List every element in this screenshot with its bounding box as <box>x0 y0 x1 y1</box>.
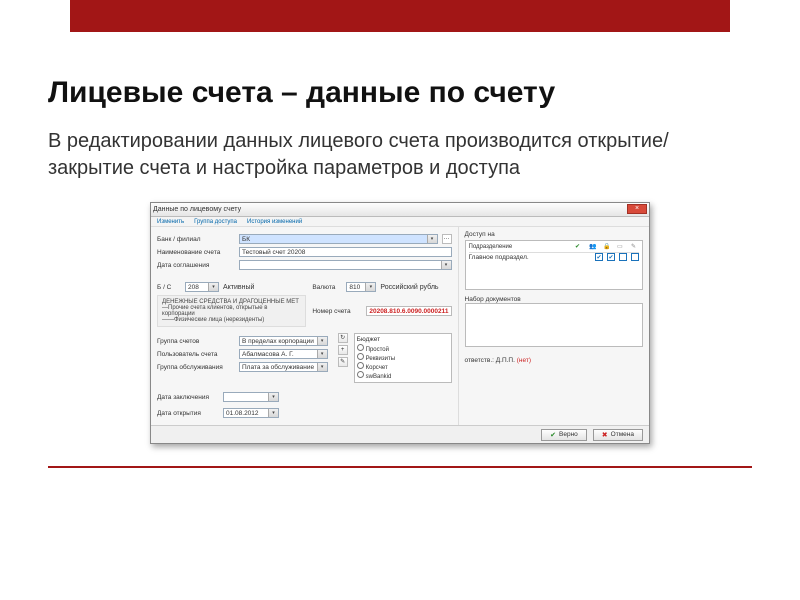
radio-icon[interactable] <box>357 344 364 351</box>
agreement-label: Дата соглашения <box>157 262 235 269</box>
checkbox[interactable] <box>631 253 639 261</box>
users-column-icon: 👥 <box>589 243 597 251</box>
docset-panel[interactable] <box>465 303 643 347</box>
lock-column-icon: 🔒 <box>603 243 611 251</box>
name-input[interactable]: Тестовый счет 20208 <box>239 247 452 257</box>
account-type-block: ДЕНЕЖНЫЕ СРЕДСТВА И ДРАГОЦЕННЫЕ МЕТ —Про… <box>157 295 306 327</box>
right-pane: Доступ на Подразделение ✔ 👥 🔒 ▭ ✎ Главно… <box>458 227 649 425</box>
menu-item[interactable]: Изменить <box>157 219 184 225</box>
chevron-down-icon[interactable]: ▾ <box>268 393 278 401</box>
chevron-down-icon[interactable]: ▾ <box>208 283 218 291</box>
ok-button[interactable]: ✔Верно <box>541 429 587 441</box>
responsible-label: ответств.: Д.П.П. <box>465 357 515 364</box>
radio-icon[interactable] <box>357 362 364 369</box>
checkbox[interactable] <box>619 253 627 261</box>
bs-input[interactable]: 208▾ <box>185 282 219 292</box>
close-icon[interactable]: × <box>627 204 647 214</box>
service-input[interactable]: Плата за обслуживание▾ <box>239 362 328 372</box>
chevron-down-icon[interactable]: ▾ <box>268 409 278 417</box>
agreement-input[interactable]: ▾ <box>239 260 452 270</box>
bottom-red-line <box>48 466 752 468</box>
access-tree[interactable]: Подразделение ✔ 👥 🔒 ▭ ✎ Главное подразде… <box>465 240 643 290</box>
name-label: Наименование счета <box>157 249 235 256</box>
contract-date-label: Дата заключения <box>157 394 219 401</box>
checkbox[interactable]: ✔ <box>607 253 615 261</box>
window-footer: ✔Верно ✖Отмена <box>151 425 649 443</box>
embedded-screenshot: Данные по лицевому счету × Изменить Груп… <box>150 202 650 444</box>
user-label: Пользователь счета <box>157 351 235 358</box>
group-label: Группа счетов <box>157 338 235 345</box>
menu-item[interactable]: Группа доступа <box>194 219 237 225</box>
checkbox[interactable]: ✔ <box>595 253 603 261</box>
menu-item[interactable]: История изменений <box>247 219 302 225</box>
bank-input[interactable]: БК ▾ <box>239 234 438 244</box>
currency-input[interactable]: 810▾ <box>346 282 376 292</box>
window-titlebar: Данные по лицевому счету × <box>151 203 649 217</box>
window-body: Банк / филиал БК ▾ … Наименование счета … <box>151 227 649 425</box>
responsible-none: (нет) <box>517 357 531 364</box>
open-date-label: Дата открытия <box>157 410 219 417</box>
group-input[interactable]: В пределах корпорации▾ <box>239 336 328 346</box>
form-action-icons: ↻ + ✎ <box>338 333 348 383</box>
budget-panel: Бюджет Простой Реквизиты Корсчет swBanki… <box>354 333 452 383</box>
lookup-icon[interactable]: … <box>442 234 452 244</box>
currency-label: Валюта <box>312 284 342 291</box>
refresh-icon[interactable]: ↻ <box>338 333 348 343</box>
left-pane: Банк / филиал БК ▾ … Наименование счета … <box>151 227 458 425</box>
budget-label: Бюджет <box>357 336 449 343</box>
add-icon[interactable]: + <box>338 345 348 355</box>
edit-column-icon: ✎ <box>631 243 639 251</box>
account-number: 20208.810.6.0090.0000211 <box>366 306 451 316</box>
chevron-down-icon[interactable]: ▾ <box>317 350 327 358</box>
bank-label: Банк / филиал <box>157 236 235 243</box>
contract-date-input[interactable]: ▾ <box>223 392 279 402</box>
slide-heading: Лицевые счета – данные по счету <box>48 76 752 110</box>
chevron-down-icon[interactable]: ▾ <box>317 337 327 345</box>
radio-icon[interactable] <box>357 371 364 378</box>
top-red-bar <box>70 0 730 32</box>
chevron-down-icon[interactable]: ▾ <box>365 283 375 291</box>
open-date-input[interactable]: 01.08.2012▾ <box>223 408 279 418</box>
service-label: Группа обслуживания <box>157 364 235 371</box>
slide-subtitle: В редактировании данных лицевого счета п… <box>48 128 752 182</box>
chevron-down-icon[interactable]: ▾ <box>441 261 451 269</box>
edit-icon[interactable]: ✎ <box>338 357 348 367</box>
extra-column-icon: ▭ <box>617 243 625 251</box>
docset-label: Набор документов <box>465 296 643 303</box>
chevron-down-icon[interactable]: ▾ <box>427 235 437 243</box>
check-icon: ✔ <box>550 431 556 439</box>
cancel-button[interactable]: ✖Отмена <box>593 429 643 441</box>
number-label: Номер счета <box>312 308 362 315</box>
bs-label: Б / С <box>157 284 181 291</box>
active-label: Активный <box>223 284 254 291</box>
window-menu: Изменить Группа доступа История изменени… <box>151 217 649 227</box>
slide-content: Лицевые счета – данные по счету В редакт… <box>0 32 800 444</box>
window-title: Данные по лицевому счету <box>153 206 241 213</box>
user-input[interactable]: Абалмасова А. Г.▾ <box>239 349 328 359</box>
chevron-down-icon[interactable]: ▾ <box>317 363 327 371</box>
check-column-icon: ✔ <box>575 243 583 251</box>
cancel-icon: ✖ <box>602 431 608 439</box>
radio-icon[interactable] <box>357 353 364 360</box>
access-label: Доступ на <box>465 231 643 238</box>
